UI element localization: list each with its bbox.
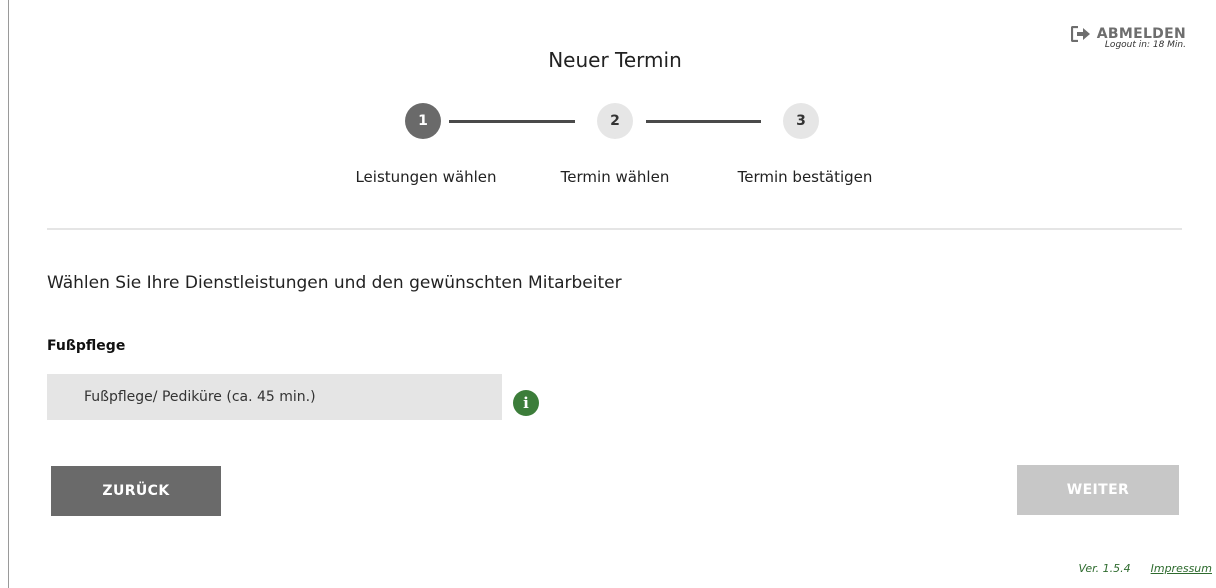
version-label: Ver. 1.5.4	[1078, 562, 1131, 575]
category-label: Fußpflege	[47, 338, 126, 354]
stepper: 1 2 3	[405, 103, 825, 143]
service-option[interactable]: Fußpflege/ Pediküre (ca. 45 min.)	[47, 374, 502, 420]
section-heading: Wählen Sie Ihre Dienstleistungen und den…	[47, 273, 622, 293]
step-1-label: Leistungen wählen	[355, 168, 497, 186]
section-divider	[47, 228, 1182, 230]
next-button[interactable]: WEITER	[1017, 465, 1179, 515]
step-1-circle: 1	[405, 103, 441, 139]
logout-area: ABMELDEN Logout in: 18 Min.	[1070, 26, 1186, 50]
step-3-circle: 3	[783, 103, 819, 139]
step-2-label: Termin wählen	[560, 168, 670, 186]
sign-out-icon	[1070, 26, 1090, 42]
page-title: Neuer Termin	[548, 48, 682, 72]
left-border	[8, 0, 9, 588]
service-option-label: Fußpflege/ Pediküre (ca. 45 min.)	[84, 389, 316, 405]
step-connector	[449, 120, 575, 123]
back-button[interactable]: ZURÜCK	[51, 466, 221, 516]
step-3-label: Termin bestätigen	[737, 168, 873, 186]
step-2-circle: 2	[597, 103, 633, 139]
footer: Ver. 1.5.4 Impressum	[1078, 562, 1212, 575]
step-connector	[646, 120, 761, 123]
impressum-link[interactable]: Impressum	[1151, 562, 1212, 575]
info-icon[interactable]: i	[513, 390, 539, 416]
